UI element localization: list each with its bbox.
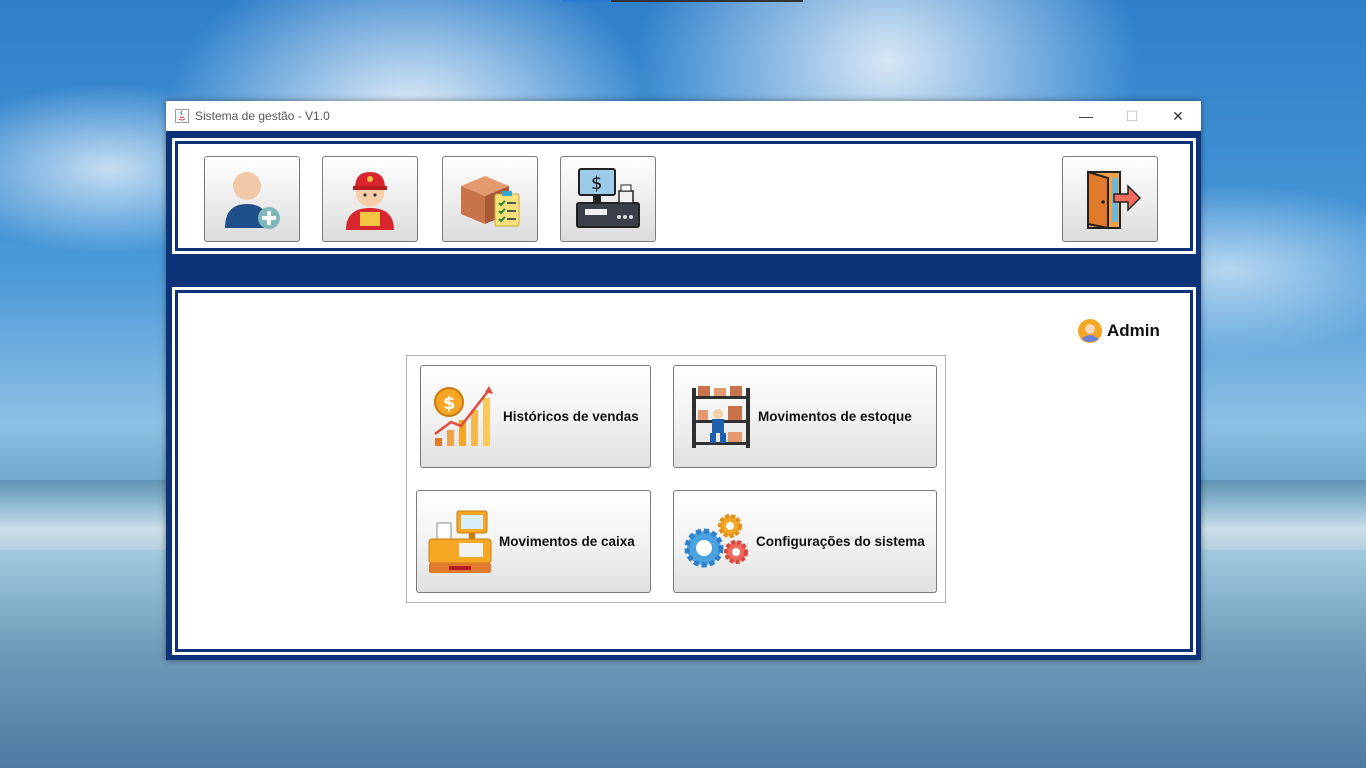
toolbar-panel-inner: $ xyxy=(175,141,1193,251)
toolbar-panel: $ xyxy=(172,138,1196,254)
java-app-icon xyxy=(175,109,189,123)
stock-movements-label: Movimentos de estoque xyxy=(758,409,912,424)
title-bar[interactable]: Sistema de gestão - V1.0 — ☐ ✕ xyxy=(166,101,1201,131)
current-user: Admin xyxy=(1078,319,1160,343)
main-panel: Admin $ Históricos de vendas Movimentos … xyxy=(172,287,1196,655)
close-button[interactable]: ✕ xyxy=(1155,101,1201,131)
maximize-button[interactable]: ☐ xyxy=(1109,101,1155,131)
app-window: Sistema de gestão - V1.0 — ☐ ✕ $ Admin $… xyxy=(166,101,1201,660)
menu-box: $ Históricos de vendas Movimentos de est… xyxy=(406,355,946,603)
exit-door-icon xyxy=(1087,170,1142,230)
maximize-icon: ☐ xyxy=(1125,107,1139,124)
add-user-icon xyxy=(225,172,280,229)
window-title: Sistema de gestão - V1.0 xyxy=(195,109,330,123)
sales-chart-icon: $ xyxy=(434,385,493,446)
cash-movements-label: Movimentos de caixa xyxy=(499,534,635,549)
svg-text:$: $ xyxy=(591,173,602,194)
gears-icon xyxy=(684,513,748,567)
main-panel-inner: Admin $ Históricos de vendas Movimentos … xyxy=(175,290,1193,652)
user-name: Admin xyxy=(1107,321,1160,340)
add-user-button[interactable] xyxy=(204,156,300,242)
system-settings-button[interactable]: Configurações do sistema xyxy=(673,490,937,593)
sales-history-label: Históricos de vendas xyxy=(503,409,639,424)
minimize-button[interactable]: — xyxy=(1063,101,1109,131)
desktop-top-bar-accent xyxy=(563,0,611,2)
product-box-icon xyxy=(461,176,520,227)
sales-pos-button[interactable]: $ xyxy=(560,156,656,242)
employee-button[interactable] xyxy=(322,156,418,242)
employee-icon xyxy=(346,172,394,230)
cash-register-icon xyxy=(428,510,492,573)
sales-history-button[interactable]: $ Históricos de vendas xyxy=(420,365,651,468)
warehouse-worker-icon xyxy=(692,385,750,448)
system-settings-label: Configurações do sistema xyxy=(756,534,925,549)
user-avatar-icon xyxy=(1078,319,1102,343)
cash-movements-button[interactable]: Movimentos de caixa xyxy=(416,490,651,593)
products-button[interactable] xyxy=(442,156,538,242)
stock-movements-button[interactable]: Movimentos de estoque xyxy=(673,365,937,468)
exit-button[interactable] xyxy=(1062,156,1158,242)
close-icon: ✕ xyxy=(1172,107,1184,124)
minimize-icon: — xyxy=(1079,108,1093,124)
svg-text:$: $ xyxy=(443,393,456,414)
cash-register-pos-icon: $ xyxy=(576,168,640,228)
